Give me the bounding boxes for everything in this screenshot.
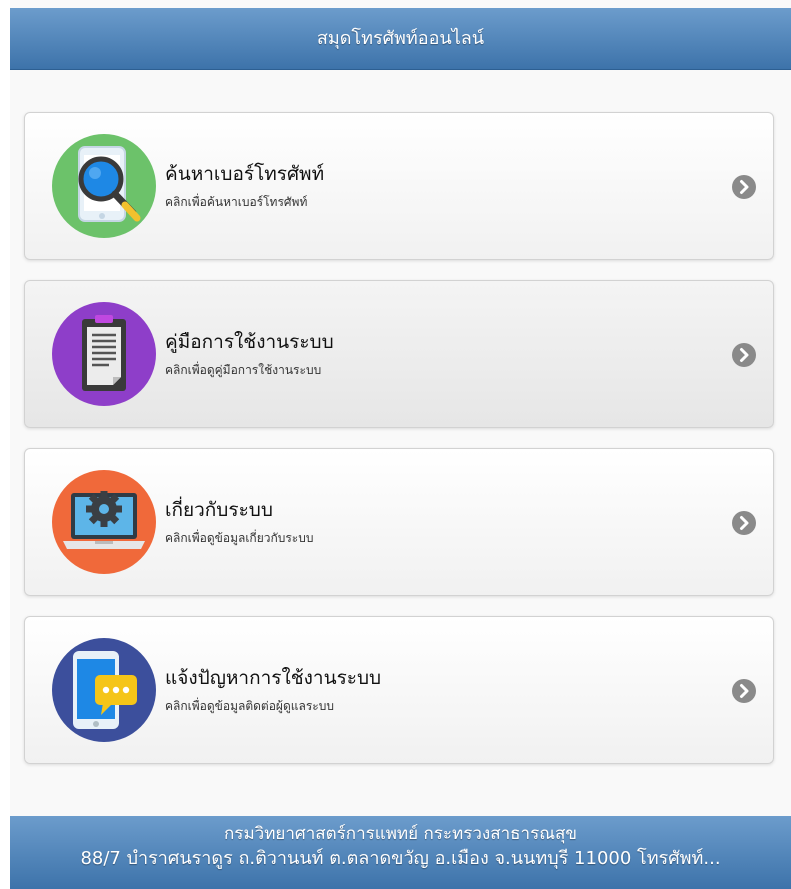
laptop-gear-icon (51, 469, 157, 575)
menu-item-manual[interactable]: คู่มือการใช้งานระบบ คลิกเพื่อดูคู่มือการ… (24, 280, 774, 428)
menu-item-subtitle: คลิกเพื่อดูข้อมูลเกี่ยวกับระบบ (165, 531, 314, 545)
menu-item-search-phone[interactable]: ค้นหาเบอร์โทรศัพท์ คลิกเพื่อค้นหาเบอร์โท… (24, 112, 774, 260)
footer-organization: กรมวิทยาศาสตร์การแพทย์ กระทรวงสาธารณสุข (224, 824, 577, 844)
footer-bar: กรมวิทยาศาสตร์การแพทย์ กระทรวงสาธารณสุข … (10, 816, 791, 889)
menu-item-subtitle: คลิกเพื่อดูข้อมูลติดต่อผู้ดูแลระบบ (165, 699, 334, 713)
manual-clipboard-icon (51, 301, 157, 407)
footer-address: 88/7 บำราศนราดูร ถ.ติวานนท์ ต.ตลาดขวัญ อ… (80, 848, 721, 869)
chevron-right-icon (731, 510, 757, 536)
menu-item-title: คู่มือการใช้งานระบบ (165, 331, 334, 353)
phone-search-icon (51, 133, 157, 239)
menu-item-about[interactable]: เกี่ยวกับระบบ คลิกเพื่อดูข้อมูลเกี่ยวกับ… (24, 448, 774, 596)
page-title: สมุดโทรศัพท์ออนไลน์ (316, 28, 485, 49)
chevron-right-icon (731, 342, 757, 368)
menu-item-subtitle: คลิกเพื่อดูคู่มือการใช้งานระบบ (165, 363, 322, 377)
menu-item-report-problem[interactable]: แจ้งปัญหาการใช้งานระบบ คลิกเพื่อดูข้อมูล… (24, 616, 774, 764)
chevron-right-icon (731, 174, 757, 200)
menu-item-title: แจ้งปัญหาการใช้งานระบบ (165, 667, 382, 689)
header-bar: สมุดโทรศัพท์ออนไลน์ (10, 8, 791, 70)
phone-chat-icon (51, 637, 157, 743)
chevron-right-icon (731, 678, 757, 704)
menu-item-title: เกี่ยวกับระบบ (165, 499, 273, 521)
menu-item-subtitle: คลิกเพื่อค้นหาเบอร์โทรศัพท์ (165, 195, 308, 209)
menu-item-title: ค้นหาเบอร์โทรศัพท์ (165, 163, 325, 185)
